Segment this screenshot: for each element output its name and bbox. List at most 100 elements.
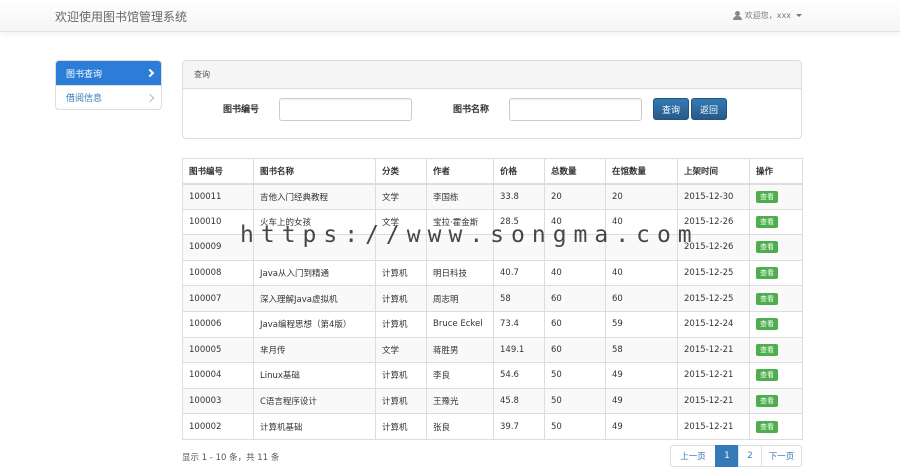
table-cell: 吉他入门经典教程	[253, 183, 376, 210]
table-cell: 计算机	[375, 285, 427, 312]
table-cell: 49	[605, 387, 678, 415]
table-cell: 50	[544, 362, 606, 389]
action-cell: 查看	[749, 183, 803, 210]
table-cell: 2015-12-21	[677, 336, 750, 364]
table-cell: 100004	[182, 362, 254, 389]
next-page-button[interactable]: 下一页	[761, 445, 802, 467]
action-cell: 查看	[749, 362, 803, 389]
sidebar: 图书查询 借阅信息	[55, 60, 162, 110]
table-row: 100007 深入理解Java虚拟机 计算机 周志明 58 60 60 2015-12-25 查…	[182, 285, 803, 312]
column-header: 在馆数量	[605, 158, 678, 185]
table-cell: 2015-12-25	[677, 285, 750, 312]
table-cell: 58	[493, 285, 545, 312]
table-cell: 100011	[182, 183, 254, 210]
sidebar-item-label: 借阅信息	[66, 94, 103, 104]
view-button[interactable]: 查看	[756, 318, 778, 331]
table-cell: 49	[605, 362, 678, 389]
table-cell: 李国栋	[426, 183, 494, 210]
pagination-summary: 显示 1 - 10 条，共 11 条	[182, 453, 280, 463]
table-cell: 100007	[182, 285, 254, 312]
table-cell: 100002	[182, 413, 254, 440]
table-cell: C语言程序设计	[253, 387, 376, 415]
view-button[interactable]: 查看	[756, 241, 778, 254]
table-cell: 50	[544, 387, 606, 415]
table-cell: 周志明	[426, 285, 494, 312]
view-button[interactable]: 查看	[756, 215, 778, 228]
table-cell: 60	[544, 310, 606, 338]
table-cell: 58	[605, 336, 678, 364]
pagination: 上一页 1 2 下一页	[670, 445, 802, 467]
search-panel: 查询 图书编号 图书名称 查询 返回	[182, 60, 802, 139]
view-button[interactable]: 查看	[756, 420, 778, 433]
table-row: 100006 Java编程思想（第4版） 计算机 Bruce Eckel 73.4 60 5…	[182, 310, 803, 338]
panel-title: 查询	[183, 61, 801, 89]
sidebar-item-book-search[interactable]: 图书查询	[56, 61, 161, 85]
table-cell: 100008	[182, 259, 254, 287]
table-cell: 40	[605, 259, 678, 287]
table-cell: 60	[544, 285, 606, 312]
table-row: 100005 芈月传 文学 蒋胜男 149.1 60 58 2015-12-21 查看	[182, 336, 803, 364]
table-cell: 2015-12-21	[677, 362, 750, 389]
table-cell: 深入理解Java虚拟机	[253, 285, 376, 312]
table-cell: 45.8	[493, 387, 545, 415]
table-cell: Bruce Eckel	[426, 310, 494, 338]
table-cell: 20	[605, 183, 678, 210]
action-cell: 查看	[749, 310, 803, 338]
table-cell: 2015-12-30	[677, 183, 750, 210]
chevron-right-icon	[145, 93, 155, 102]
user-greeting: 欢迎您，xxx	[744, 11, 791, 20]
table-cell: 计算机	[375, 413, 427, 440]
view-button[interactable]: 查看	[756, 292, 778, 305]
action-cell: 查看	[749, 259, 803, 287]
column-header: 分类	[375, 158, 427, 185]
table-cell: 2015-12-21	[677, 387, 750, 415]
sidebar-item-borrow-info[interactable]: 借阅信息	[56, 85, 161, 109]
book-id-input[interactable]	[279, 98, 412, 121]
column-header: 作者	[426, 158, 494, 185]
column-header: 操作	[749, 158, 803, 185]
table-cell: 100003	[182, 387, 254, 415]
action-cell: 查看	[749, 285, 803, 312]
table-cell: 文学	[375, 336, 427, 364]
column-header: 图书名称	[253, 158, 376, 185]
action-cell: 查看	[749, 234, 803, 261]
prev-page-button[interactable]: 上一页	[670, 445, 716, 467]
book-name-label: 图书名称	[453, 105, 490, 115]
table-row: 100002 计算机基础 计算机 张良 39.7 50 49 2015-12-21 查看	[182, 413, 803, 440]
sidebar-item-label: 图书查询	[66, 69, 103, 80]
table-cell: 计算机	[375, 387, 427, 415]
table-cell: 59	[605, 310, 678, 338]
column-header: 价格	[493, 158, 545, 185]
table-cell: 计算机	[375, 362, 427, 389]
table-cell: 计算机基础	[253, 413, 376, 440]
back-button[interactable]: 返回	[691, 98, 727, 120]
table-cell: 明日科技	[426, 259, 494, 287]
table-cell: 60	[544, 336, 606, 364]
table-cell: 2015-12-24	[677, 310, 750, 338]
view-button[interactable]: 查看	[756, 190, 778, 203]
user-menu[interactable]: 欢迎您，xxx	[732, 10, 802, 21]
table-cell: 计算机	[375, 259, 427, 287]
caret-down-icon	[796, 14, 802, 17]
page-button[interactable]: 2	[738, 445, 762, 467]
view-button[interactable]: 查看	[756, 267, 778, 280]
watermark: https://www.songma.com	[240, 222, 699, 248]
table-row: 100011 吉他入门经典教程 文学 李国栋 33.8 20 20 2015-12-30 查看	[182, 183, 803, 210]
view-button[interactable]: 查看	[756, 395, 778, 408]
table-cell: 蒋胜男	[426, 336, 494, 364]
user-icon	[732, 11, 742, 20]
book-table: 图书编号 图书名称 分类 作者 价格 总数量 在馆数量 上架时间 操作 1000…	[182, 158, 803, 440]
query-button[interactable]: 查询	[653, 98, 689, 120]
view-button[interactable]: 查看	[756, 369, 778, 382]
table-cell: 54.6	[493, 362, 545, 389]
action-cell: 查看	[749, 413, 803, 440]
column-header: 上架时间	[677, 158, 750, 185]
table-cell: 计算机	[375, 310, 427, 338]
column-header: 图书编号	[182, 158, 254, 185]
table-cell: 33.8	[493, 183, 545, 210]
book-name-input[interactable]	[509, 98, 642, 121]
table-cell: Linux基础	[253, 362, 376, 389]
view-button[interactable]: 查看	[756, 343, 778, 356]
chevron-right-icon	[145, 68, 155, 78]
page-button[interactable]: 1	[715, 445, 739, 467]
